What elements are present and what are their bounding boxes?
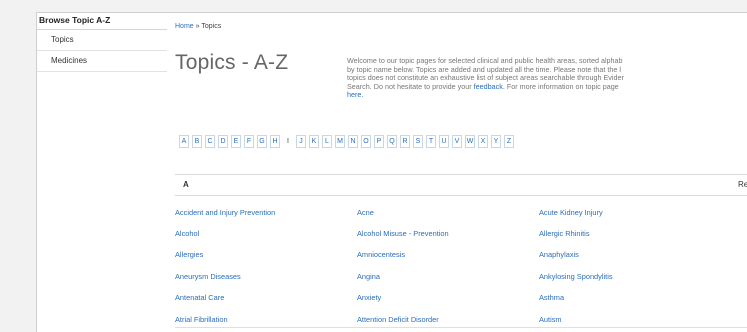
az-letter-f[interactable]: F <box>244 135 254 148</box>
topic-link[interactable]: Angina <box>357 272 380 281</box>
az-letter-r[interactable]: R <box>400 135 410 148</box>
az-letter-u[interactable]: U <box>439 135 449 148</box>
az-letter-i[interactable]: I <box>283 135 293 148</box>
topic-link[interactable]: Attention Deficit Disorder <box>357 315 439 324</box>
az-letter-a[interactable]: A <box>179 135 189 148</box>
az-letter-t[interactable]: T <box>426 135 436 148</box>
topic-link[interactable]: Ankylosing Spondylitis <box>539 272 613 281</box>
az-letter-d[interactable]: D <box>218 135 228 148</box>
topic-link[interactable]: Aneurysm Diseases <box>175 272 241 281</box>
topic-link[interactable]: Allergies <box>175 250 203 259</box>
az-letter-o[interactable]: O <box>361 135 371 148</box>
az-letter-j[interactable]: J <box>296 135 306 148</box>
az-letter-m[interactable]: M <box>335 135 345 148</box>
az-letter-e[interactable]: E <box>231 135 241 148</box>
breadcrumb-home-link[interactable]: Home <box>175 23 194 30</box>
intro-line: Search. Do not hesitate to provide your … <box>347 81 747 92</box>
az-letter-n[interactable]: N <box>348 135 358 148</box>
breadcrumb-separator: » <box>195 23 200 30</box>
sidebar: Browse Topic A-Z Topics Medicines <box>37 13 167 72</box>
section-letter: A <box>183 180 189 189</box>
az-letter-s[interactable]: S <box>413 135 423 148</box>
return-link[interactable]: Return <box>738 180 747 189</box>
intro-text: Welcome to our topic pages for selected … <box>347 56 747 100</box>
topic-link[interactable]: Anxiety <box>357 293 381 302</box>
intro-text-segment: Search. Do not hesitate to provide your <box>347 81 474 91</box>
az-letter-h[interactable]: H <box>270 135 280 148</box>
sidebar-item-medicines[interactable]: Medicines <box>37 51 167 72</box>
topic-link[interactable]: Acne <box>357 208 374 217</box>
az-letter-q[interactable]: Q <box>387 135 397 148</box>
az-letter-b[interactable]: B <box>192 135 202 148</box>
feedback-link[interactable]: feedback <box>474 82 503 91</box>
az-letter-x[interactable]: X <box>478 135 488 148</box>
breadcrumb: Home » Topics <box>175 23 221 30</box>
az-letter-g[interactable]: G <box>257 135 267 148</box>
topic-link[interactable]: Autism <box>539 315 562 324</box>
az-letter-l[interactable]: L <box>322 135 332 148</box>
az-letter-y[interactable]: Y <box>491 135 501 148</box>
az-letter-k[interactable]: K <box>309 135 319 148</box>
topic-link[interactable]: Atrial Fibrillation <box>175 315 228 324</box>
sidebar-item-topics[interactable]: Topics <box>37 30 167 51</box>
az-letter-z[interactable]: Z <box>504 135 514 148</box>
divider <box>175 327 747 328</box>
topic-link[interactable]: Anaphylaxis <box>539 250 579 259</box>
sidebar-title: Browse Topic A-Z <box>37 13 167 30</box>
section-header-a: A Return <box>175 174 747 196</box>
az-letter-v[interactable]: V <box>452 135 462 148</box>
page-title: Topics - A-Z <box>175 51 289 74</box>
topic-link[interactable]: Allergic Rhinitis <box>539 229 590 238</box>
az-letter-c[interactable]: C <box>205 135 215 148</box>
topic-link[interactable]: Alcohol <box>175 229 199 238</box>
az-letter-p[interactable]: P <box>374 135 384 148</box>
topic-link[interactable]: Alcohol Misuse - Prevention <box>357 229 449 238</box>
topic-link[interactable]: Acute Kidney Injury <box>539 208 603 217</box>
page-frame: Browse Topic A-Z Topics Medicines Home »… <box>36 12 747 332</box>
az-letter-bar: ABCDEFGHIJKLMNOPQRSTUVWXYZ <box>179 135 514 148</box>
az-letter-w[interactable]: W <box>465 135 475 148</box>
more-info-link[interactable]: here. <box>347 90 363 100</box>
topic-link[interactable]: Antenatal Care <box>175 293 224 302</box>
breadcrumb-current: Topics <box>201 23 222 30</box>
topic-link[interactable]: Asthma <box>539 293 564 302</box>
topic-link[interactable]: Accident and Injury Prevention <box>175 208 275 217</box>
intro-text-segment: . For more information on topic page <box>502 81 619 91</box>
topic-link[interactable]: Amniocentesis <box>357 250 405 259</box>
